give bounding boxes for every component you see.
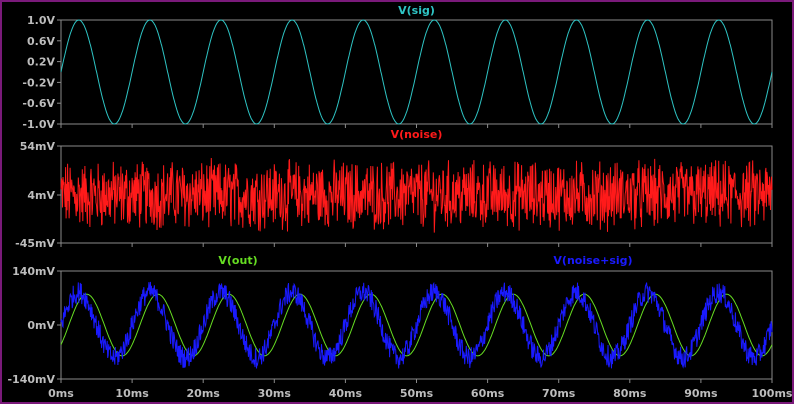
y-tick-label: 54mV [20, 140, 56, 153]
x-tick-label: 0ms [48, 387, 74, 400]
x-tick-label: 30ms [258, 387, 292, 400]
series-title: V(out) [218, 254, 257, 267]
x-tick-label: 90ms [684, 387, 718, 400]
series-line-vnoise [60, 157, 773, 233]
series-title: V(noise+sig) [553, 254, 632, 267]
waveform-viewer: 1.0V 0.6V 0.2V -0.2V -0.6V -1.0V V(sig) 54mV 4mV… [7, 4, 793, 400]
series-line-vnoise+sig [60, 281, 773, 369]
y-tick-label: 0mV [27, 319, 55, 332]
x-tick-label: 50ms [400, 387, 434, 400]
x-tick-label: 40ms [329, 387, 363, 400]
y-tick-label: -0.6V [22, 97, 55, 110]
series-line-vsig [60, 19, 773, 125]
y-tick-label: 4mV [27, 189, 55, 202]
x-tick-label: 80ms [613, 387, 647, 400]
x-tick-label: 20ms [187, 387, 221, 400]
y-tick-label: -140mV [7, 373, 55, 386]
x-tick-label: 10ms [115, 387, 149, 400]
series-title: V(sig) [398, 4, 435, 17]
x-tick-label: 70ms [542, 387, 576, 400]
y-tick-label: -45mV [15, 237, 55, 250]
y-tick-label: 1.0V [27, 14, 55, 27]
series-title: V(noise) [391, 128, 443, 141]
y-tick-label: 140mV [12, 265, 55, 278]
y-tick-label: -1.0V [22, 118, 55, 131]
y-tick-label: 0.2V [27, 56, 55, 69]
x-tick-label: 60ms [471, 387, 505, 400]
x-tick-label: 100ms [752, 387, 793, 400]
y-tick-label: -0.2V [22, 76, 55, 89]
y-tick-label: 0.6V [27, 35, 55, 48]
